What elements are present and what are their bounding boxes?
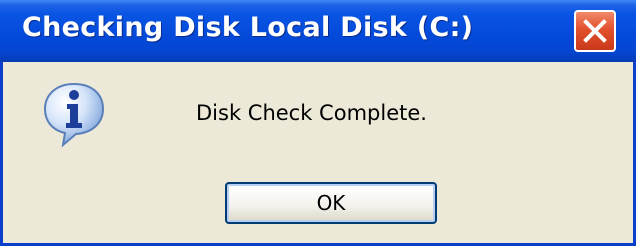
message-text: Disk Check Complete. — [196, 101, 427, 125]
dialog-body: Disk Check Complete. OK — [3, 62, 633, 243]
ok-button[interactable]: OK — [225, 182, 437, 224]
dialog-window: Checking Disk Local Disk (C:) Disk Check… — [0, 0, 636, 246]
close-button[interactable] — [574, 10, 616, 52]
info-icon — [43, 82, 105, 148]
close-icon — [583, 19, 607, 43]
title-bar[interactable]: Checking Disk Local Disk (C:) — [0, 0, 636, 62]
window-title: Checking Disk Local Disk (C:) — [22, 12, 474, 43]
